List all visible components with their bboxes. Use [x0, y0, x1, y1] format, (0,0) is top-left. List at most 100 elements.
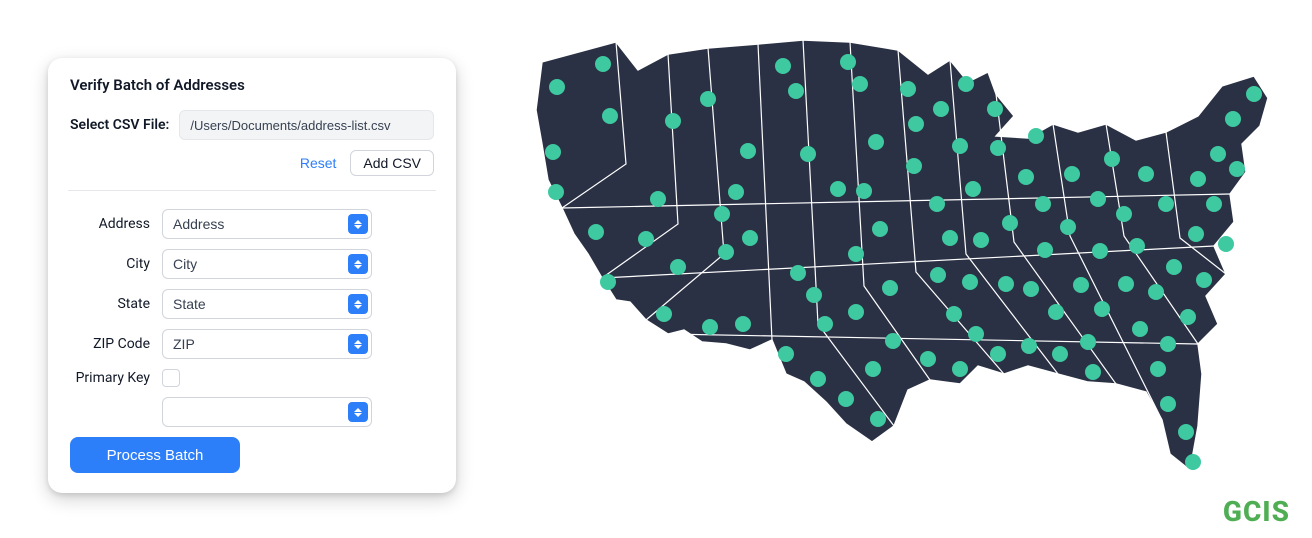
map-dot	[852, 76, 868, 92]
map-dot	[1210, 146, 1226, 162]
map-dot	[656, 306, 672, 322]
map-dot	[1225, 111, 1241, 127]
primary-key-label: Primary Key	[70, 370, 162, 386]
address-label: Address	[70, 216, 162, 232]
state-select[interactable]	[162, 289, 372, 319]
map-dot	[806, 287, 822, 303]
primary-key-select[interactable]	[162, 397, 372, 427]
map-dot	[702, 319, 718, 335]
map-dot	[1188, 226, 1204, 242]
map-dot	[906, 158, 922, 174]
brand-logo: GCIS	[1223, 495, 1290, 528]
map-dot	[588, 224, 604, 240]
map-dot	[900, 81, 916, 97]
map-dot	[998, 276, 1014, 292]
map-dot	[965, 181, 981, 197]
map-dot	[549, 79, 565, 95]
map-dot	[1160, 336, 1176, 352]
map-dot	[1118, 276, 1134, 292]
map-dot	[838, 391, 854, 407]
map-dot	[602, 108, 618, 124]
map-dot	[742, 230, 758, 246]
map-dot	[930, 267, 946, 283]
map-dot	[800, 146, 816, 162]
map-dot	[872, 221, 888, 237]
map-dot	[775, 58, 791, 74]
map-dot	[990, 140, 1006, 156]
map-dot	[1002, 215, 1018, 231]
us-map-svg	[498, 24, 1278, 514]
field-row-address: Address	[70, 209, 434, 239]
primary-key-checkbox[interactable]	[162, 369, 180, 387]
map-dot	[650, 191, 666, 207]
map-dot	[788, 83, 804, 99]
map-dot	[670, 259, 686, 275]
map-dot	[958, 76, 974, 92]
map-dot	[700, 91, 716, 107]
map-dot	[933, 101, 949, 117]
map-dot	[952, 361, 968, 377]
map-dot	[1166, 259, 1182, 275]
map-dot	[942, 230, 958, 246]
map-dot	[952, 138, 968, 154]
batch-verify-card: Verify Batch of Addresses Select CSV Fil…	[48, 58, 456, 493]
map-dot	[545, 144, 561, 160]
field-row-state: State	[70, 289, 434, 319]
map-dot	[868, 134, 884, 150]
map-dot	[1037, 242, 1053, 258]
map-dot	[665, 113, 681, 129]
process-batch-button[interactable]: Process Batch	[70, 437, 240, 473]
map-dot	[1160, 396, 1176, 412]
map-dot	[1138, 166, 1154, 182]
map-dot	[1104, 151, 1120, 167]
field-row-primary-key-select	[70, 397, 434, 427]
address-select[interactable]	[162, 209, 372, 239]
map-dot	[714, 206, 730, 222]
map-dot	[856, 183, 872, 199]
reset-button[interactable]: Reset	[298, 150, 339, 176]
map-dot	[1196, 272, 1212, 288]
map-dot	[1185, 454, 1201, 470]
field-row-city: City	[70, 249, 434, 279]
map-dot	[962, 274, 978, 290]
csv-path-input[interactable]	[179, 110, 434, 140]
field-row-zip: ZIP Code	[70, 329, 434, 359]
map-dot	[1080, 334, 1096, 350]
map-dot	[1178, 424, 1194, 440]
map-dot	[778, 346, 794, 362]
map-dot	[929, 196, 945, 212]
map-dot	[810, 371, 826, 387]
map-dot	[848, 304, 864, 320]
map-dot	[1018, 169, 1034, 185]
map-dot	[1048, 304, 1064, 320]
map-dot	[1218, 236, 1234, 252]
map-dot	[548, 184, 564, 200]
map-dot	[1028, 128, 1044, 144]
map-dot	[1052, 346, 1068, 362]
map-dot	[1035, 196, 1051, 212]
map-dot	[1132, 321, 1148, 337]
card-title: Verify Batch of Addresses	[70, 76, 434, 94]
map-dot	[1085, 364, 1101, 380]
zip-select[interactable]	[162, 329, 372, 359]
map-dot	[1148, 284, 1164, 300]
map-dot	[920, 351, 936, 367]
map-dot	[840, 54, 856, 70]
map-dot	[728, 184, 744, 200]
file-row: Select CSV File:	[70, 110, 434, 140]
file-actions: Reset Add CSV	[70, 150, 434, 176]
map-dot	[870, 411, 886, 427]
map-dot	[1206, 196, 1222, 212]
map-dot	[865, 361, 881, 377]
city-select[interactable]	[162, 249, 372, 279]
map-dot	[1021, 338, 1037, 354]
zip-label: ZIP Code	[70, 336, 162, 352]
divider	[68, 190, 436, 191]
add-csv-button[interactable]: Add CSV	[350, 150, 434, 176]
map-dot	[1158, 196, 1174, 212]
map-dot	[1094, 301, 1110, 317]
map-dot	[1129, 238, 1145, 254]
city-label: City	[70, 256, 162, 272]
map-dot	[1073, 277, 1089, 293]
map-dot	[848, 246, 864, 262]
